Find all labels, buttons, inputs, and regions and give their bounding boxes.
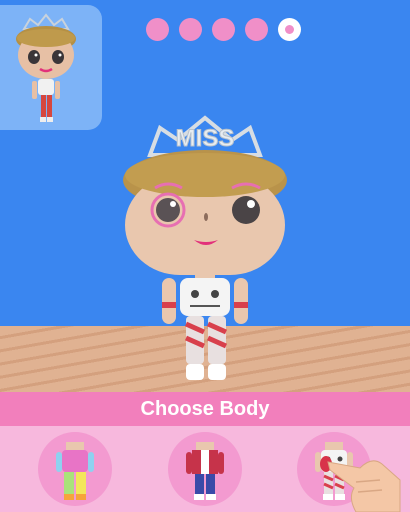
body-option-jacket[interactable]: [168, 432, 242, 506]
tiara-text: MISS: [176, 125, 235, 152]
choose-body-banner: Choose Body: [0, 392, 410, 426]
main-doll[interactable]: MISS: [110, 80, 300, 390]
choose-body-title: Choose Body: [140, 397, 270, 420]
progress-dot: [245, 18, 268, 41]
jacket-body-icon: [186, 442, 224, 500]
progress-dot-current: [278, 18, 301, 41]
tutorial-hand-icon: [320, 456, 401, 512]
progress-dot: [212, 18, 235, 41]
level-progress: [146, 18, 301, 41]
rainbow-body-icon: [56, 442, 94, 500]
progress-dot: [146, 18, 169, 41]
target-doll-thumbnail: [16, 13, 76, 122]
target-preview-panel: [0, 5, 102, 130]
game-scene: MISS Choose Body: [0, 0, 410, 512]
body-option-rainbow[interactable]: [38, 432, 112, 506]
progress-dot: [179, 18, 202, 41]
